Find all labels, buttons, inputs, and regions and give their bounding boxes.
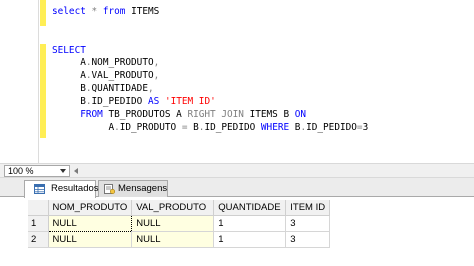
code-token: B: [187, 121, 199, 133]
results-tab-bar: Resultados Mensagens: [0, 178, 474, 198]
code-token: AS: [147, 95, 160, 107]
grid-cell[interactable]: 3: [285, 215, 331, 232]
code-line[interactable]: [52, 32, 368, 45]
code-token: ,: [147, 83, 154, 95]
code-token: FROM: [80, 108, 103, 120]
grid-cell[interactable]: NULL: [131, 215, 215, 232]
code-line[interactable]: select * from ITEMS: [52, 6, 368, 19]
code-token: 'ITEM ID': [164, 95, 216, 107]
code-line[interactable]: FROM TB_PRODUTOS A RIGHT JOIN ITEMS B ON: [52, 109, 368, 122]
column-header[interactable]: QUANTIDADE: [213, 200, 287, 216]
code-token: ID_PRODUTO: [119, 121, 182, 133]
code-token: ID_PEDIDO: [204, 121, 261, 133]
column-header[interactable]: NOM_PRODUTO: [48, 200, 133, 216]
tab-results[interactable]: Resultados: [24, 180, 99, 198]
code-token: ITEMS: [125, 6, 160, 17]
table-row[interactable]: 1 NULL NULL 1 3: [28, 214, 331, 232]
code-token: TB_PRODUTOS A: [102, 108, 188, 120]
column-header[interactable]: VAL_PRODUTO: [131, 200, 215, 216]
code-token: RIGHT: [187, 108, 216, 120]
code-token: QUANTIDADE: [91, 83, 148, 95]
code-token: NOM_PRODUTO: [91, 57, 154, 69]
code-token: ID_PEDIDO: [306, 121, 357, 133]
code-line[interactable]: [52, 19, 368, 32]
grid-corner-cell[interactable]: [28, 200, 49, 216]
code-token: 3: [362, 121, 369, 133]
code-token: VAL_PRODUTO: [91, 70, 154, 82]
code-token: ,: [153, 57, 160, 69]
grid-header-row: NOM_PRODUTO VAL_PRODUTO QUANTIDADE ITEM …: [28, 200, 331, 216]
code-line[interactable]: A.NOM_PRODUTO,: [52, 57, 368, 70]
code-token: JOIN: [221, 108, 244, 120]
grid-cell[interactable]: NULL: [47, 214, 133, 232]
code-token: B: [289, 121, 301, 133]
table-row[interactable]: 2 NULL NULL 1 3: [28, 231, 331, 248]
chevron-down-icon[interactable]: [60, 169, 66, 173]
code-token: WHERE: [260, 121, 290, 133]
zoom-select[interactable]: 100 %: [4, 165, 70, 177]
code-line[interactable]: SELECT: [52, 45, 368, 58]
tab-results-label: Resultados: [51, 183, 99, 194]
messages-icon: [104, 184, 115, 194]
gutter-divider: [38, 0, 39, 163]
code-token: B: [52, 95, 86, 107]
code-token: from: [102, 6, 126, 17]
code-token: select: [52, 6, 86, 17]
grid-cell[interactable]: NULL: [131, 231, 215, 248]
code-token: ,: [153, 70, 160, 82]
tab-messages-label: Mensagens: [118, 183, 168, 194]
zoom-value: 100 %: [8, 166, 34, 176]
row-number[interactable]: 2: [28, 231, 49, 248]
code-line[interactable]: B.QUANTIDADE,: [52, 83, 368, 96]
grid-cell[interactable]: 3: [285, 231, 331, 248]
code-token: A: [52, 121, 115, 133]
code-token: ON: [294, 108, 307, 120]
sql-editor[interactable]: select * from ITEMS SELECT A.NOM_PRODUTO…: [0, 0, 474, 163]
code-token: ITEMS B: [243, 108, 295, 120]
code-token: B: [52, 83, 86, 95]
editor-gutter: [0, 0, 36, 163]
tab-messages[interactable]: Mensagens: [98, 180, 168, 197]
row-number[interactable]: 1: [28, 215, 49, 232]
change-marker-bar: [40, 44, 46, 138]
column-header[interactable]: ITEM ID: [285, 200, 331, 216]
grid-cell[interactable]: 1: [213, 215, 287, 232]
code-line[interactable]: A.ID_PRODUTO = B.ID_PEDIDO WHERE B.ID_PE…: [52, 122, 368, 135]
grid-icon: [34, 184, 45, 194]
code-line[interactable]: B.ID_PEDIDO AS 'ITEM ID': [52, 96, 368, 109]
editor-status-strip: 100 %: [0, 163, 474, 178]
change-marker-bar: [40, 0, 46, 26]
sql-code[interactable]: select * from ITEMS SELECT A.NOM_PRODUTO…: [52, 6, 368, 134]
results-grid[interactable]: NOM_PRODUTO VAL_PRODUTO QUANTIDADE ITEM …: [28, 200, 331, 248]
scroll-left-arrow-icon[interactable]: [74, 168, 78, 174]
grid-cell[interactable]: 1: [213, 231, 287, 248]
code-token: SELECT: [52, 44, 86, 56]
grid-cell[interactable]: NULL: [48, 231, 133, 248]
code-token: ID_PEDIDO: [91, 95, 148, 107]
code-token: A: [52, 70, 86, 82]
code-token: A: [52, 57, 86, 69]
code-line[interactable]: A.VAL_PRODUTO,: [52, 70, 368, 83]
